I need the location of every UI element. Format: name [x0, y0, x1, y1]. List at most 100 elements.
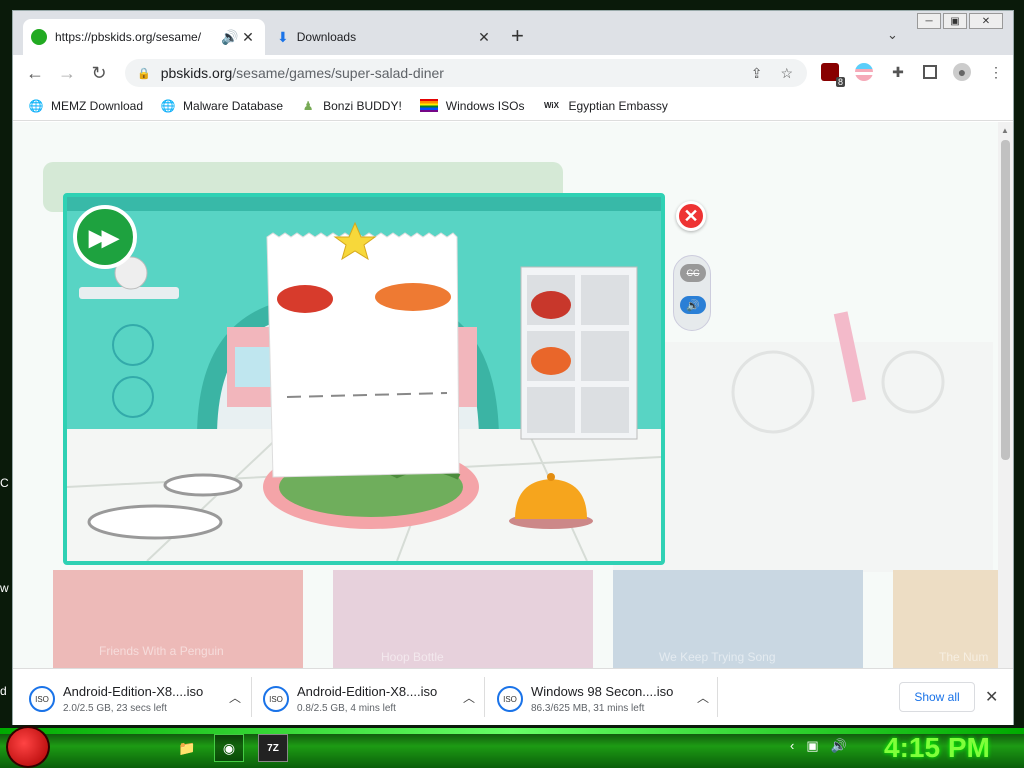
bookmark-windows-isos[interactable]: Windows ISOs: [419, 98, 525, 113]
download-status: 2.0/2.5 GB, 23 secs left: [63, 703, 167, 714]
tab-strip: https://pbskids.org/sesame/ 🔊 ✕ ⬇ Downlo…: [13, 11, 1013, 55]
download-item[interactable]: ISO Windows 98 Secon....iso 86.3/625 MB,…: [497, 679, 709, 719]
audio-icon[interactable]: 🔊: [221, 29, 239, 46]
menu-kebab-icon[interactable]: ⋮: [987, 63, 1005, 81]
download-shelf: ISO Android-Edition-X8....iso 2.0/2.5 GB…: [13, 668, 1013, 725]
bookmark-star-icon[interactable]: ☆: [780, 65, 793, 82]
chevron-up-icon[interactable]: ︿: [697, 689, 709, 706]
scroll-up-icon[interactable]: ▲: [1001, 126, 1009, 135]
bookmark-label: Malware Database: [183, 98, 284, 113]
sound-button[interactable]: 🔊: [680, 296, 706, 314]
taskbar: 📁 ◉ 7Z ‹ ▣ 🔊 4:15 PM: [0, 726, 1024, 768]
tab-title: Downloads: [296, 30, 357, 44]
address-path: /sesame/games/super-salad-diner: [232, 65, 444, 81]
iso-file-icon: ISO: [263, 686, 289, 712]
share-icon[interactable]: ⇪: [751, 65, 763, 82]
bookmark-memz[interactable]: 🌐 MEMZ Download: [28, 98, 144, 113]
download-name: Android-Edition-X8....iso: [297, 684, 438, 699]
toolbar: ← → ↻ 🔒 pbskids.org /sesame/games/super-…: [13, 55, 1013, 91]
tile-label: Hoop Bottle: [381, 650, 444, 664]
tab-downloads[interactable]: ⬇ Downloads ✕: [269, 19, 501, 55]
profile-avatar-icon[interactable]: ●: [953, 63, 971, 81]
tile-label: Friends With a Penguin: [99, 644, 224, 658]
minimize-button[interactable]: ─: [917, 13, 941, 29]
ublock-extension-icon[interactable]: 8: [821, 63, 845, 87]
chevron-up-icon[interactable]: ︿: [229, 689, 241, 706]
network-icon[interactable]: ▣: [806, 738, 818, 754]
extensions-puzzle-icon[interactable]: ✚: [889, 63, 907, 81]
bookmark-label: MEMZ Download: [51, 98, 144, 113]
taskbar-glow: [0, 728, 1024, 734]
system-tray: ‹ ▣ 🔊: [790, 738, 847, 754]
tile-label: The Num: [939, 650, 989, 664]
address-bar[interactable]: 🔒 pbskids.org /sesame/games/super-salad-…: [125, 59, 807, 87]
page-scrollbar[interactable]: ▲: [998, 122, 1013, 668]
scrollbar-thumb[interactable]: [1001, 140, 1010, 460]
back-button[interactable]: ←: [19, 63, 51, 84]
reload-button[interactable]: ↻: [83, 63, 115, 84]
closed-captions-button[interactable]: CC: [680, 264, 706, 282]
window-close-button[interactable]: ✕: [969, 13, 1003, 29]
bookmark-malware-database[interactable]: 🌐 Malware Database: [161, 98, 284, 113]
bookmark-label: Bonzi BUDDY!: [323, 98, 402, 113]
globe-icon: 🌐: [28, 98, 44, 113]
game-close-button[interactable]: ✕: [676, 201, 706, 231]
side-panel-icon[interactable]: [923, 65, 937, 79]
window-controls: ─ ▣ ✕: [917, 13, 1003, 29]
tile-label: We Keep Trying Song: [659, 650, 776, 664]
show-all-button[interactable]: Show all: [899, 682, 975, 712]
divider: [717, 677, 718, 717]
game-control-panel: CC 🔊: [673, 255, 711, 331]
desktop-text: d: [0, 684, 7, 698]
divider: [484, 677, 485, 717]
start-button[interactable]: [6, 726, 50, 768]
tab-close-button[interactable]: ✕: [475, 29, 493, 46]
rainbow-flag-icon: [419, 99, 438, 112]
pbs-favicon-icon: [31, 29, 47, 45]
desktop-text: w: [0, 581, 9, 595]
bookmark-label: Windows ISOs: [445, 98, 525, 113]
bookmark-egyptian-embassy[interactable]: WiX Egyptian Embassy: [542, 98, 668, 113]
download-item[interactable]: ISO Android-Edition-X8....iso 2.0/2.5 GB…: [29, 679, 241, 719]
tab-title: https://pbskids.org/sesame/: [55, 30, 202, 44]
download-name: Windows 98 Secon....iso: [531, 684, 674, 699]
wix-icon: WiX: [543, 101, 559, 110]
page-content: Friends With a Penguin Hoop Bottle We Ke…: [13, 122, 998, 668]
download-item[interactable]: ISO Android-Edition-X8....iso 0.8/2.5 GB…: [263, 679, 475, 719]
close-download-shelf-button[interactable]: ✕: [985, 687, 998, 707]
iso-file-icon: ISO: [29, 686, 55, 712]
divider: [251, 677, 252, 717]
address-host: pbskids.org: [160, 65, 233, 81]
download-icon: ⬇: [277, 28, 289, 45]
lock-icon: 🔒: [137, 67, 151, 80]
extension-badge: 8: [835, 77, 845, 87]
bookmark-label: Egyptian Embassy: [568, 98, 668, 113]
folder-icon[interactable]: 📁: [172, 734, 202, 762]
chevron-up-icon[interactable]: ︿: [463, 689, 475, 706]
skip-button[interactable]: ▶▶: [89, 225, 119, 251]
chrome-icon[interactable]: ◉: [214, 734, 244, 762]
7zip-icon[interactable]: 7Z: [258, 734, 288, 762]
forward-button[interactable]: →: [51, 63, 83, 84]
new-tab-button[interactable]: +: [511, 25, 524, 47]
taskbar-clock[interactable]: 4:15 PM: [884, 732, 990, 764]
tab-search-button[interactable]: ⌄: [887, 27, 898, 43]
download-status: 0.8/2.5 GB, 4 mins left: [297, 703, 396, 714]
iso-file-icon: ISO: [497, 686, 523, 712]
desktop: C w d https://pbskids.org/sesame/ 🔊 ✕ ⬇ …: [0, 0, 1024, 768]
game-scene: [67, 197, 661, 561]
flag-extension-icon[interactable]: [855, 63, 873, 81]
salad-diner-game[interactable]: ▶▶: [63, 193, 665, 565]
extensions-area: 8 ✚ ● ⋮: [821, 63, 1005, 87]
volume-icon[interactable]: 🔊: [831, 738, 847, 754]
tray-chevron-icon[interactable]: ‹: [790, 738, 794, 754]
download-status: 86.3/625 MB, 31 mins left: [531, 703, 645, 714]
bonzi-icon: ♟: [302, 98, 314, 113]
desktop-text: C: [0, 476, 9, 490]
browser-window: https://pbskids.org/sesame/ 🔊 ✕ ⬇ Downlo…: [12, 10, 1014, 725]
bookmark-bonzi-buddy[interactable]: ♟ Bonzi BUDDY!: [301, 99, 402, 113]
download-name: Android-Edition-X8....iso: [63, 684, 204, 699]
tab-pbskids[interactable]: https://pbskids.org/sesame/ 🔊 ✕: [23, 19, 265, 55]
tab-close-button[interactable]: ✕: [239, 29, 257, 46]
maximize-button[interactable]: ▣: [943, 13, 967, 29]
